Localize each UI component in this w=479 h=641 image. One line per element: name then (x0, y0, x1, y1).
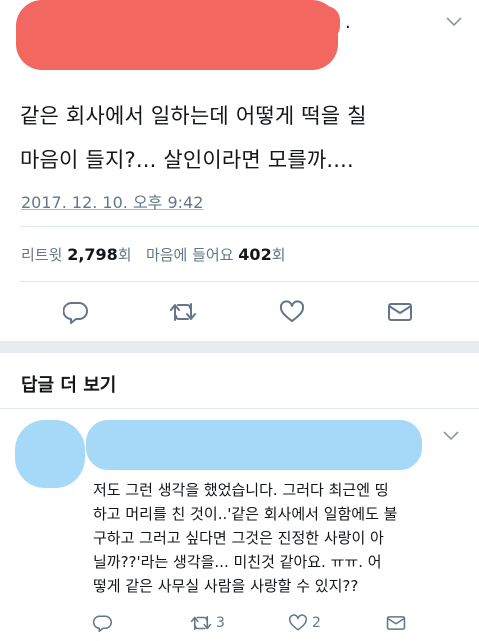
section-separator (0, 341, 479, 353)
retweet-button[interactable] (166, 297, 200, 327)
reply-retweet-button[interactable]: 3 (190, 614, 225, 632)
like-icon (288, 614, 308, 631)
reply-text-line: 구하고 그러고 싶다면 그것은 진정한 사랑이 아 (93, 529, 384, 547)
retweet-count: 2,798 (67, 245, 118, 264)
more-replies-title: 답글 더 보기 (21, 375, 117, 396)
reply-retweet-count: 3 (216, 615, 225, 631)
reply-text-line: 하고 머리를 친 것이..'같은 회사에서 일함에도 불 (93, 505, 398, 523)
like-count: 402 (238, 245, 272, 264)
retweet-label: 리트윗 (21, 246, 63, 264)
reply-icon (63, 302, 88, 324)
retweet-icon (190, 615, 212, 631)
redacted-reply-header-tail (180, 448, 380, 470)
reply-text-line: 저도 그런 생각을 했었습니다. 그러다 최근엔 띵 (93, 481, 389, 499)
tweet-text-line: 마음이 들지?... 살인이라면 모를까.... (20, 148, 354, 172)
reply-message-button[interactable] (386, 614, 406, 632)
reply-button[interactable] (60, 297, 92, 327)
tweet-menu-chevron-icon[interactable] (446, 17, 462, 27)
like-unit: 회 (271, 246, 286, 264)
redacted-name-strip (96, 6, 340, 40)
retweet-icon (170, 303, 196, 321)
like-button[interactable] (276, 297, 308, 327)
like-icon (279, 300, 305, 322)
tweet-text: 같은 회사에서 일하는데 어떻게 떡을 칠 마음이 들지?... 살인이라면 모… (20, 94, 460, 182)
reply-reply-button[interactable] (93, 614, 113, 632)
retweet-unit: 회 (117, 246, 132, 264)
tweet-timestamp[interactable]: 2017. 12. 10. 오후 9:42 (21, 189, 203, 213)
reply-text-line: 떻게 같은 사무실 사람을 사랑할 수 있지?? (93, 577, 359, 595)
divider (0, 408, 479, 409)
reply-icon (93, 615, 112, 632)
message-icon (386, 616, 406, 630)
tweet-text-line: 같은 회사에서 일하는데 어떻게 떡을 칠 (20, 104, 367, 128)
divider (20, 281, 479, 282)
reply-text: 저도 그런 생각을 했었습니다. 그러다 최근엔 띵 하고 머리를 친 것이..… (93, 478, 468, 598)
message-icon (388, 303, 412, 321)
reply-text-line: 닐까??'라는 생각을... 미친것 같아요. ㅠㅠ. 어 (93, 553, 382, 571)
divider (20, 226, 479, 227)
like-label: 마음에 들어요 (145, 246, 234, 264)
reply-like-button[interactable]: 2 (288, 614, 321, 632)
reply-menu-chevron-icon[interactable] (443, 431, 459, 441)
header-trailing-dot: . (345, 12, 351, 33)
like-stat[interactable]: 마음에 들어요 402회 (145, 245, 286, 264)
direct-message-button[interactable] (384, 297, 416, 327)
redacted-reply-avatar (15, 420, 85, 488)
retweet-stat[interactable]: 리트윗 2,798회 (21, 245, 136, 264)
reply-like-count: 2 (312, 615, 321, 631)
tweet-stats: 리트윗 2,798회 마음에 들어요 402회 (21, 244, 286, 265)
